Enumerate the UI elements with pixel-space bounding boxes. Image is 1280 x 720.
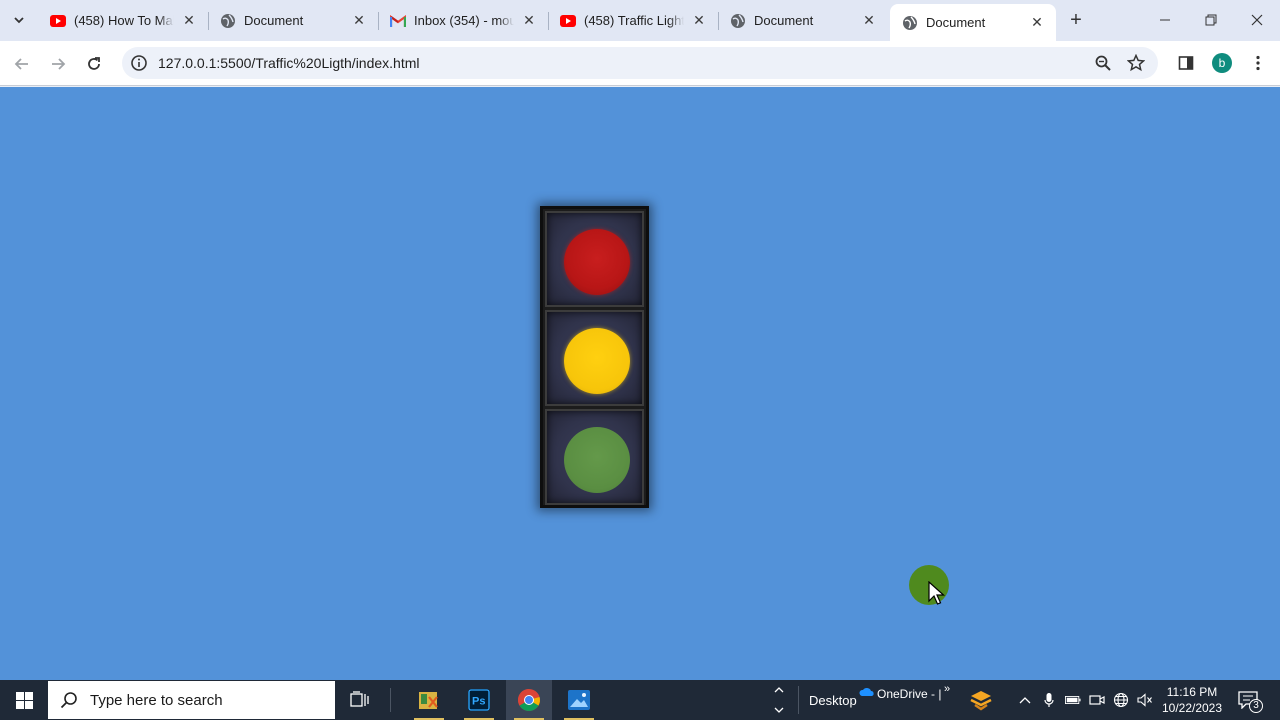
plus-icon: + (1070, 8, 1082, 31)
taskbar-search[interactable]: Type here to search (48, 681, 335, 719)
arrow-left-icon (14, 58, 28, 70)
red-lamp (564, 229, 630, 295)
globe-icon (902, 15, 918, 31)
tab-title: Inbox (354) - mouh (414, 13, 514, 28)
tab-5[interactable]: Document ✕ (718, 4, 888, 37)
chevron-up-icon (774, 687, 784, 693)
network-globe-icon[interactable] (1113, 692, 1129, 708)
green-lamp-housing (545, 409, 644, 505)
close-icon[interactable]: ✕ (860, 12, 878, 30)
tab-search-button[interactable] (6, 7, 32, 33)
tab-2[interactable]: Document ✕ (208, 4, 378, 37)
arrow-right-icon (52, 58, 66, 70)
show-hidden-icons-button[interactable] (1017, 692, 1033, 708)
close-icon[interactable]: ✕ (520, 12, 538, 30)
forward-button[interactable] (44, 50, 72, 78)
windows-logo-icon (15, 691, 33, 709)
notification-center-button[interactable]: 3 (1236, 689, 1264, 713)
battery-icon[interactable] (1065, 692, 1081, 708)
kebab-menu-icon (1256, 55, 1260, 71)
taskbar-app-photoshop[interactable]: Ps (456, 680, 502, 720)
tab-4[interactable]: (458) Traffic Light ✕ (548, 4, 718, 37)
page-viewport (0, 87, 1280, 680)
star-icon[interactable] (1127, 54, 1145, 72)
globe-icon (220, 13, 236, 29)
gmail-icon (390, 13, 406, 29)
reload-icon (88, 57, 100, 70)
mouse-cursor-icon (928, 581, 946, 605)
taskbar-app-chrome[interactable] (506, 680, 552, 720)
yellow-lamp-housing (545, 310, 644, 406)
photoshop-icon: Ps (468, 689, 490, 711)
address-bar[interactable]: 127.0.0.1:5500/Traffic%20Ligth/index.htm… (122, 47, 1158, 79)
system-clock[interactable]: 11:16 PM 10/22/2023 (1158, 684, 1226, 716)
chevron-down-icon (14, 17, 24, 24)
microphone-icon[interactable] (1041, 692, 1057, 708)
url-text: 127.0.0.1:5500/Traffic%20Ligth/index.htm… (158, 55, 420, 71)
side-panel-button[interactable] (1175, 52, 1197, 74)
taskbar-app-photos[interactable] (556, 680, 602, 720)
volume-muted-icon[interactable] (1137, 692, 1153, 708)
close-icon (1251, 14, 1263, 26)
info-icon[interactable] (130, 54, 148, 72)
chevron-up-icon (1019, 697, 1031, 704)
tab-1[interactable]: (458) How To Make ✕ (38, 4, 208, 37)
close-icon[interactable]: ✕ (690, 12, 708, 30)
tab-title: (458) Traffic Light (584, 13, 684, 28)
tab-3[interactable]: Inbox (354) - mouh ✕ (378, 4, 548, 37)
side-panel-icon (1178, 56, 1194, 70)
browser-toolbar: 127.0.0.1:5500/Traffic%20Ligth/index.htm… (0, 41, 1280, 86)
globe-icon (730, 13, 746, 29)
chevron-down-icon (774, 707, 784, 713)
close-icon[interactable]: ✕ (180, 12, 198, 30)
svg-text:Ps: Ps (472, 696, 485, 708)
tab-title: (458) How To Make (74, 13, 174, 28)
reload-button[interactable] (80, 50, 108, 78)
yellow-lamp (564, 328, 630, 394)
new-tab-button[interactable]: + (1064, 8, 1088, 32)
traffic-light (540, 206, 649, 508)
chevron-more-icon[interactable]: » (944, 683, 950, 695)
stack-app-icon (970, 691, 992, 711)
camera-icon[interactable] (1089, 692, 1105, 708)
notification-count-badge: 3 (1249, 699, 1263, 713)
onedrive-label[interactable]: OneDrive - | (877, 687, 941, 701)
zoom-icon[interactable] (1094, 54, 1112, 72)
profile-avatar[interactable]: b (1212, 53, 1232, 73)
clock-date: 10/22/2023 (1161, 701, 1223, 715)
tab-title: Document (926, 15, 986, 30)
menu-button[interactable] (1247, 52, 1269, 74)
onedrive-icon (859, 687, 874, 696)
windows-taskbar: Type here to search Ps Desktop OneDrive … (0, 680, 1280, 720)
start-button[interactable] (0, 680, 48, 720)
youtube-icon (560, 13, 576, 29)
green-lamp (564, 427, 630, 493)
close-window-button[interactable] (1234, 0, 1280, 40)
clock-time: 11:16 PM (1166, 685, 1218, 699)
search-placeholder: Type here to search (90, 691, 223, 709)
tab-title: Document (754, 13, 814, 28)
back-button[interactable] (8, 50, 36, 78)
search-icon (60, 692, 77, 709)
restore-icon (1205, 14, 1217, 26)
minimize-icon (1160, 19, 1170, 21)
close-icon[interactable]: ✕ (1028, 14, 1046, 32)
close-icon[interactable]: ✕ (350, 12, 368, 30)
chrome-icon (518, 689, 540, 711)
task-view-button[interactable] (337, 680, 383, 720)
photos-icon (568, 690, 590, 710)
task-view-icon (350, 691, 369, 707)
youtube-icon (50, 13, 66, 29)
taskbar-toolbar-scroll[interactable] (770, 680, 788, 720)
desktop-toolbar-label[interactable]: Desktop (809, 693, 857, 708)
tray-app-stack[interactable] (958, 680, 1004, 720)
red-lamp-housing (545, 211, 644, 307)
restore-button[interactable] (1188, 0, 1234, 40)
minimize-button[interactable] (1142, 0, 1188, 40)
taskbar-app-file-manager[interactable] (406, 680, 452, 720)
tab-strip: (458) How To Make ✕ Document ✕ Inbox (35… (0, 0, 1280, 41)
folder-icon (419, 692, 438, 709)
tab-6-active[interactable]: Document ✕ (890, 4, 1056, 41)
tab-title: Document (244, 13, 304, 28)
